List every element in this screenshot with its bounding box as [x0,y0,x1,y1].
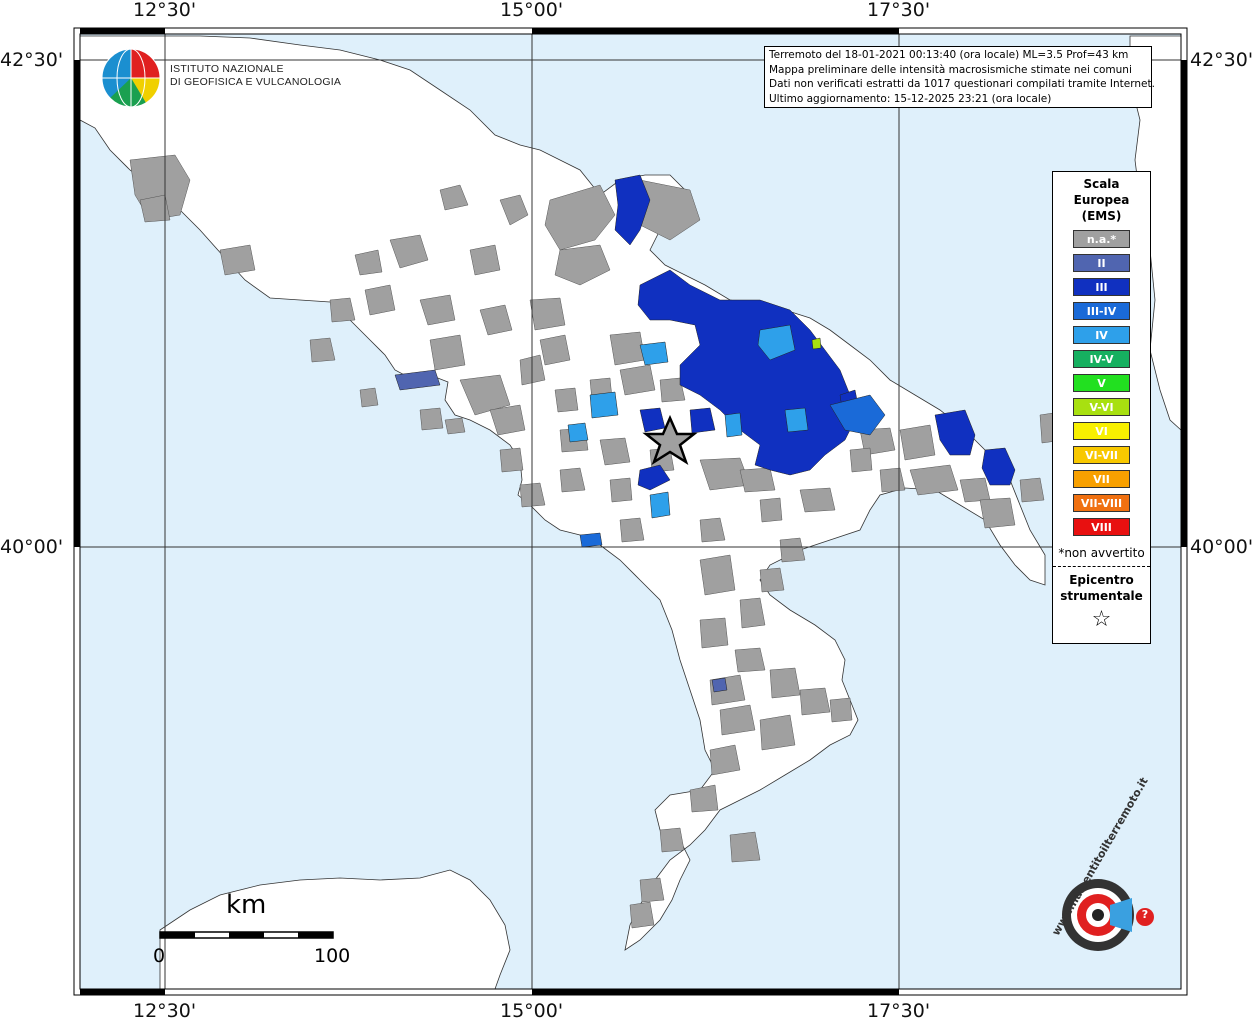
lon-label-top-1: 12°30' [133,0,197,21]
scale-bar [159,931,334,939]
legend-title-line-1: Scala [1083,177,1120,191]
lat-label-right-2: 40°00' [1190,536,1254,558]
legend-item-12: VIII [1073,518,1130,536]
legend-item-0: n.a.* [1073,230,1130,248]
info-line-update: Ultimo aggiornamento: 15-12-2025 23:21 (… [769,92,1052,105]
scale-unit: km [226,890,267,920]
info-line-data: Dati non verificati estratti da 1017 que… [769,78,1155,90]
lon-label-top-2: 15°00' [500,0,564,21]
epicenter-title-line-1: Epicentro [1069,573,1134,587]
legend-item-2: III [1073,278,1130,296]
ingv-line-2: DI GEOFISICA E VULCANOLOGIA [170,76,342,88]
legend-note: *non avvertito [1058,546,1145,560]
info-line-map: Mappa preliminare delle intensità macros… [769,63,1132,76]
ingv-logo-icon [101,48,161,108]
event-info-box: Terremoto del 18-01-2021 00:13:40 (ora l… [764,46,1155,108]
legend-item-8: VI [1073,422,1130,440]
lon-label-bottom-1: 12°30' [133,1000,197,1022]
lon-label-top-3: 17°30' [867,0,931,21]
lat-label-right-1: 42°30' [1190,49,1254,71]
legend-item-3: III-IV [1073,302,1130,320]
legend-item-10: VII [1073,470,1130,488]
ingv-logo-text: ISTITUTO NAZIONALE DI GEOFISICA E VULCAN… [170,63,341,89]
lon-label-bottom-3: 17°30' [867,1000,931,1022]
legend-item-11: VII-VIII [1073,494,1130,512]
lat-label-left-2: 40°00' [0,536,64,558]
legend-item-5: IV-V [1073,350,1130,368]
info-line-event: Terremoto del 18-01-2021 00:13:40 (ora l… [769,49,1129,61]
ems-legend: Scala Europea (EMS) n.a.* II III III-IV IV IV… [1052,171,1151,644]
legend-item-1: II [1073,254,1130,272]
scale-label-0: 0 [153,945,166,967]
legend-title: Scala Europea (EMS) [1053,176,1150,224]
legend-divider [1053,566,1150,567]
scale-label-100: 100 [314,945,351,967]
legend-item-4: IV [1073,326,1130,344]
epicenter-title-line-2: strumentale [1060,589,1143,603]
ingv-line-1: ISTITUTO NAZIONALE [170,63,284,75]
lat-label-left-1: 42°30' [0,49,64,71]
haisentito-badge: ? [1141,908,1149,921]
legend-item-9: VI-VII [1073,446,1130,464]
legend-items: n.a.* II III III-IV IV IV-V V V-VI VI VI-VII VII VI… [1053,230,1150,536]
legend-item-6: V [1073,374,1130,392]
legend-title-line-2: Europea [1073,193,1130,207]
lon-label-bottom-2: 15°00' [500,1000,564,1022]
legend-item-7: V-VI [1073,398,1130,416]
legend-title-line-3: (EMS) [1081,209,1122,223]
epicenter-legend-title: Epicentro strumentale [1053,572,1150,604]
epicenter-star-icon: ☆ [1091,607,1112,632]
